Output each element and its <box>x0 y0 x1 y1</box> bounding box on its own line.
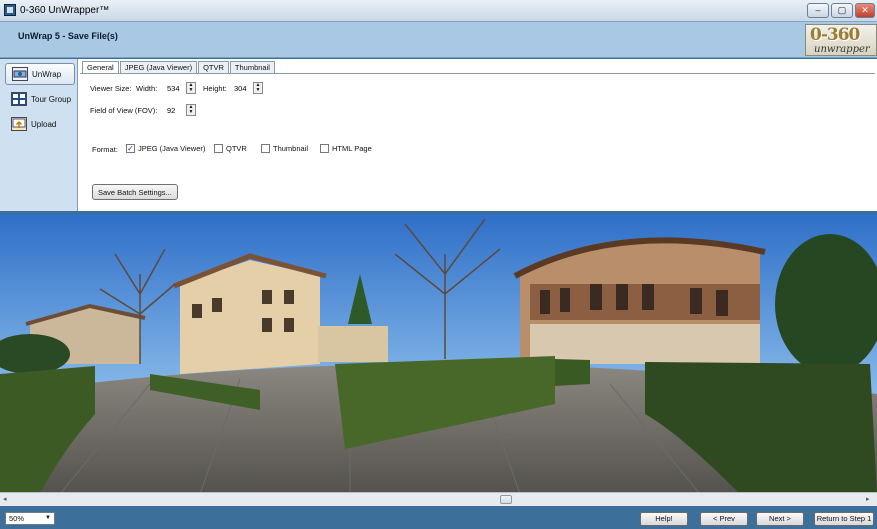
width-stepper-arrows[interactable]: ▲ ▼ <box>186 82 196 94</box>
fov-stepper-arrows[interactable]: ▲ ▼ <box>186 104 196 116</box>
height-input[interactable] <box>231 82 253 94</box>
zoom-value: 50% <box>9 514 25 523</box>
panorama-image <box>0 214 877 492</box>
sidebar-item-tour-group[interactable]: Tour Group <box>5 88 75 110</box>
scroll-left-icon[interactable]: ◂ <box>3 495 7 503</box>
checkbox-icon <box>261 144 270 153</box>
step-header: UnWrap 5 - Save File(s) 0-360 unwrapper <box>0 22 877 58</box>
next-button[interactable]: Next > <box>756 512 804 526</box>
checkbox-icon <box>214 144 223 153</box>
height-stepper[interactable]: ▲▼ <box>231 82 263 94</box>
format-label: Format: <box>92 145 118 154</box>
format-html-label: HTML Page <box>332 144 372 153</box>
width-stepper[interactable]: ▲▼ <box>164 82 196 94</box>
chevron-down-icon: ▼ <box>45 515 51 521</box>
settings-panel: General JPEG (Java Viewer) QTVR Thumbnai… <box>78 59 877 211</box>
down-arrow-icon: ▼ <box>188 87 194 93</box>
height-stepper-arrows[interactable]: ▲ ▼ <box>253 82 263 94</box>
fov-input[interactable] <box>164 104 186 116</box>
tour-group-icon <box>11 92 27 106</box>
upload-icon <box>11 117 27 131</box>
unwrap-icon <box>12 67 28 81</box>
zoom-select[interactable]: 50% ▼ <box>5 512 55 525</box>
title-bar: 0-360 UnWrapper™ – ▢ ✕ <box>0 0 877 22</box>
general-tab-body: Viewer Size: Width: ▲▼ Height: ▲▼ Field … <box>80 73 875 209</box>
format-thumbnail-label: Thumbnail <box>273 144 309 153</box>
step-title: UnWrap 5 - Save File(s) <box>18 31 118 41</box>
window-title: 0-360 UnWrapper™ <box>20 5 110 16</box>
checkbox-icon <box>320 144 329 153</box>
sidebar: UnWrap Tour Group Upload <box>0 59 78 211</box>
tab-qtvr[interactable]: QTVR <box>198 61 229 73</box>
tab-jpeg-java-viewer[interactable]: JPEG (Java Viewer) <box>119 61 198 73</box>
minimize-button[interactable]: – <box>807 3 829 18</box>
horizontal-scrollbar[interactable]: ◂ ▸ <box>0 492 877 506</box>
width-input[interactable] <box>164 82 186 94</box>
help-button[interactable]: Help! <box>640 512 688 526</box>
tab-thumbnail[interactable]: Thumbnail <box>229 61 275 73</box>
width-label: Width: <box>136 84 158 93</box>
format-jpeg-checkbox[interactable]: ✓ JPEG (Java Viewer) <box>126 144 205 153</box>
scroll-right-icon[interactable]: ▸ <box>866 495 870 503</box>
down-arrow-icon: ▼ <box>255 87 261 93</box>
unwrapper-logo: 0-360 unwrapper <box>805 24 877 56</box>
sidebar-item-upload[interactable]: Upload <box>5 113 75 135</box>
height-label: Height: <box>203 84 227 93</box>
down-arrow-icon: ▼ <box>188 109 194 115</box>
scrollbar-thumb[interactable] <box>500 495 512 504</box>
fov-stepper[interactable]: ▲▼ <box>164 104 196 116</box>
format-thumbnail-checkbox[interactable]: Thumbnail <box>261 144 308 153</box>
panorama-preview[interactable] <box>0 212 877 492</box>
checkmark-icon: ✓ <box>126 144 135 153</box>
tab-strip: General JPEG (Java Viewer) QTVR Thumbnai… <box>82 61 276 74</box>
sidebar-item-unwrap[interactable]: UnWrap <box>5 63 75 85</box>
close-button[interactable]: ✕ <box>855 3 875 18</box>
format-qtvr-checkbox[interactable]: QTVR <box>214 144 247 153</box>
return-to-step1-button[interactable]: Return to Step 1 <box>814 512 874 526</box>
logo-main-text: 0-360 <box>810 25 860 45</box>
format-html-checkbox[interactable]: HTML Page <box>320 144 372 153</box>
prev-button[interactable]: < Prev <box>700 512 748 526</box>
bottom-bar: 50% ▼ Help! < Prev Next > Return to Step… <box>0 506 877 529</box>
sidebar-item-label: UnWrap <box>32 69 62 79</box>
save-batch-settings-button[interactable]: Save Batch Settings... <box>92 184 178 200</box>
fov-label: Field of View (FOV): <box>90 106 158 115</box>
sidebar-item-label: Upload <box>31 119 57 129</box>
format-jpeg-label: JPEG (Java Viewer) <box>138 144 206 153</box>
logo-sub-text: unwrapper <box>814 44 870 55</box>
maximize-button[interactable]: ▢ <box>831 3 853 18</box>
sidebar-item-label: Tour Group <box>31 94 72 104</box>
format-qtvr-label: QTVR <box>226 144 247 153</box>
app-icon <box>4 4 16 16</box>
viewer-size-label: Viewer Size: <box>90 84 132 93</box>
